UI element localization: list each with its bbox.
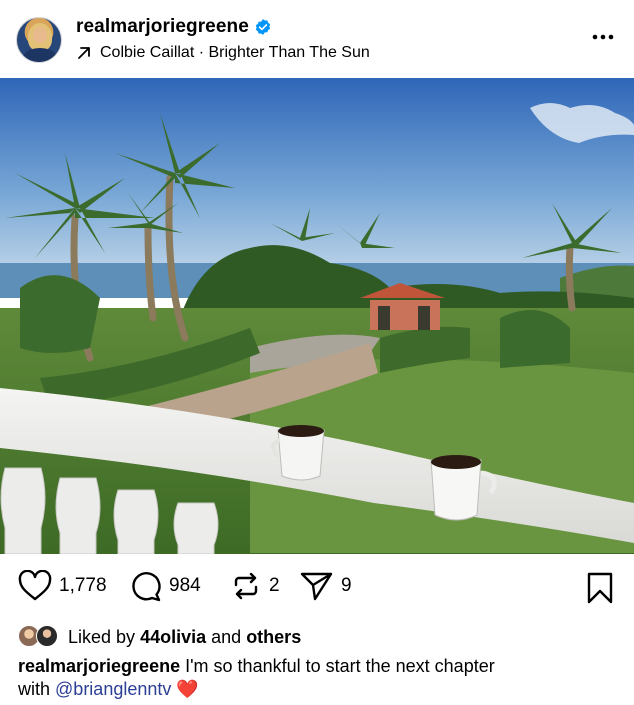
comments-count: 984 (169, 575, 201, 596)
arrow-up-right-icon (78, 47, 90, 59)
verified-badge-icon (255, 19, 271, 35)
liked-by-prefix: Liked by (68, 626, 136, 647)
post-photo[interactable] (0, 78, 634, 554)
repost-button[interactable]: 2 (230, 566, 280, 606)
photo-scene (0, 78, 634, 554)
liked-by-others[interactable]: others (246, 627, 301, 648)
caption-text: I'm so thankful to start the next chapte… (185, 656, 495, 676)
audio-label: Colbie Caillat · Brighter Than The Sun (100, 44, 370, 61)
post-header: realmarjoriegreene Colbie Caillat · Brig… (0, 0, 634, 78)
heart-emoji: ❤️ (176, 679, 199, 699)
shares-count: 9 (341, 575, 352, 596)
bookmark-icon[interactable] (586, 572, 614, 604)
liked-by-row[interactable]: Liked by 44olivia and others (18, 623, 301, 651)
audio-row[interactable]: Colbie Caillat · Brighter Than The Sun (77, 44, 370, 62)
comment-button[interactable]: 984 (130, 566, 201, 606)
share-button[interactable]: 9 (300, 566, 352, 606)
caption-username[interactable]: realmarjoriegreene (18, 656, 180, 676)
liked-by-and: and (211, 626, 242, 647)
send-icon (300, 572, 333, 601)
comment-icon (132, 572, 161, 602)
username[interactable]: realmarjoriegreene (76, 16, 249, 38)
caption-text-2: with (18, 679, 51, 699)
likes-count: 1,778 (59, 575, 107, 596)
heart-icon (18, 570, 52, 601)
like-button[interactable]: 1,778 (18, 566, 107, 606)
reposts-count: 2 (269, 575, 280, 596)
avatar[interactable] (16, 17, 62, 63)
action-bar: 1,778 984 2 9 (0, 566, 634, 610)
repost-icon (234, 572, 258, 600)
caption-mention[interactable]: @brianglenntv (55, 679, 171, 699)
avatar (36, 625, 58, 647)
liked-by-user[interactable]: 44olivia (140, 627, 206, 648)
more-options-icon[interactable] (590, 27, 616, 47)
post-caption: realmarjoriegreene I'm so thankful to st… (18, 655, 618, 701)
liker-avatars (18, 624, 62, 650)
username-row: realmarjoriegreene (76, 16, 272, 38)
